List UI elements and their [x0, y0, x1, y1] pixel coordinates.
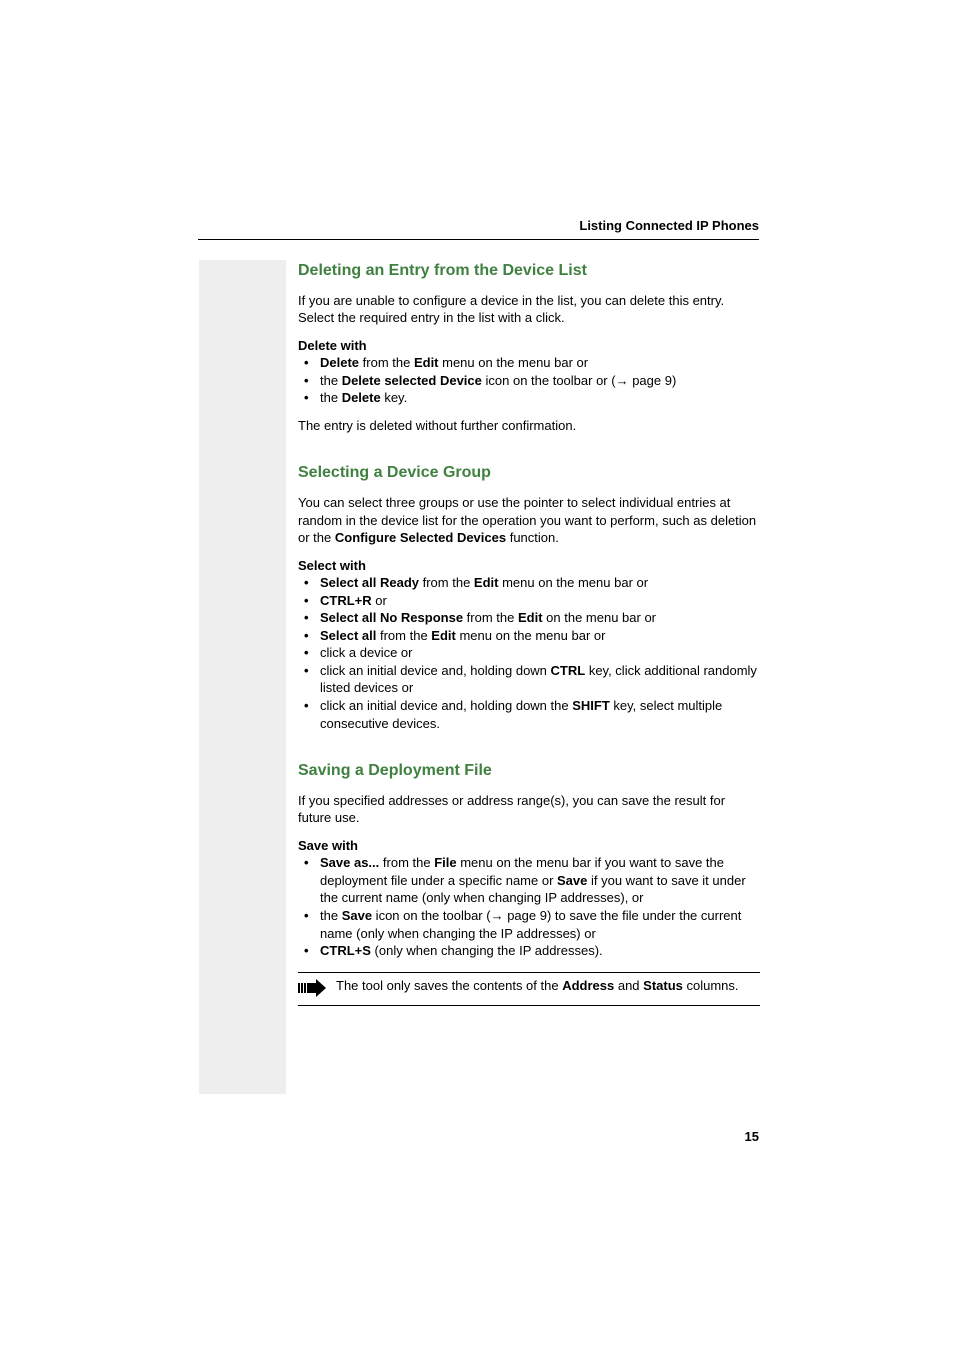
- bold-text: SHIFT: [572, 698, 610, 713]
- text: click a device or: [320, 645, 412, 660]
- list-item: CTRL+R or: [298, 592, 760, 610]
- page-number: 15: [745, 1129, 759, 1144]
- bold-text: File: [434, 855, 456, 870]
- list-item: the Delete key.: [298, 389, 760, 407]
- bold-text: Configure Selected Devices: [335, 530, 506, 545]
- bold-text: Address: [562, 978, 614, 993]
- deleting-intro: If you are unable to configure a device …: [298, 292, 760, 327]
- list-item: Delete from the Edit menu on the menu ba…: [298, 354, 760, 372]
- running-header: Listing Connected IP Phones: [198, 218, 759, 240]
- list-item: the Save icon on the toolbar (→ page 9) …: [298, 907, 760, 942]
- text: page 9): [629, 373, 677, 388]
- text: from the: [359, 355, 414, 370]
- left-sidebar-margin: [199, 260, 286, 1094]
- bold-text: Edit: [431, 628, 456, 643]
- list-item: Select all Ready from the Edit menu on t…: [298, 574, 760, 592]
- bold-text: Edit: [518, 610, 543, 625]
- main-content: Deleting an Entry from the Device List I…: [298, 260, 760, 1006]
- list-item: click a device or: [298, 644, 760, 662]
- bold-text: CTRL+R: [320, 593, 372, 608]
- header-title: Listing Connected IP Phones: [579, 218, 759, 233]
- text: click an initial device and, holding dow…: [320, 663, 551, 678]
- text: icon on the toolbar (: [372, 908, 491, 923]
- deleting-bullet-list: Delete from the Edit menu on the menu ba…: [298, 354, 760, 407]
- note-text: The tool only saves the contents of the …: [336, 977, 760, 995]
- bold-text: Delete: [320, 355, 359, 370]
- heading-selecting: Selecting a Device Group: [298, 462, 760, 484]
- bold-text: Delete: [342, 390, 381, 405]
- heading-saving: Saving a Deployment File: [298, 760, 760, 782]
- bold-text: Select all: [320, 628, 376, 643]
- text: from the: [379, 855, 434, 870]
- list-item: Select all No Response from the Edit on …: [298, 609, 760, 627]
- selecting-subhead: Select with: [298, 557, 760, 575]
- list-item: Save as... from the File menu on the men…: [298, 854, 760, 907]
- arrow-icon: →: [616, 373, 629, 388]
- text: from the: [376, 628, 431, 643]
- text: on the menu bar or: [543, 610, 656, 625]
- heading-deleting: Deleting an Entry from the Device List: [298, 260, 760, 282]
- text: or: [372, 593, 387, 608]
- text: menu on the menu bar or: [456, 628, 606, 643]
- bold-text: Delete selected Device: [342, 373, 482, 388]
- list-item: the Delete selected Device icon on the t…: [298, 372, 760, 390]
- list-item: CTRL+S (only when changing the IP addres…: [298, 942, 760, 960]
- text: menu on the menu bar or: [498, 575, 648, 590]
- selecting-bullet-list: Select all Ready from the Edit menu on t…: [298, 574, 760, 732]
- text: the: [320, 373, 342, 388]
- bold-text: CTRL: [551, 663, 586, 678]
- bold-text: Save: [557, 873, 587, 888]
- list-item: Select all from the Edit menu on the men…: [298, 627, 760, 645]
- text: the: [320, 908, 342, 923]
- bold-text: Status: [643, 978, 683, 993]
- bold-text: Save: [342, 908, 372, 923]
- deleting-outro: The entry is deleted without further con…: [298, 417, 760, 435]
- text: from the: [463, 610, 518, 625]
- text: and: [614, 978, 643, 993]
- bold-text: Edit: [474, 575, 499, 590]
- bold-text: Save as...: [320, 855, 379, 870]
- text: icon on the toolbar or (: [482, 373, 616, 388]
- bold-text: CTRL+S: [320, 943, 371, 958]
- text: (only when changing the IP addresses).: [371, 943, 603, 958]
- text: click an initial device and, holding dow…: [320, 698, 572, 713]
- text: menu on the menu bar or: [439, 355, 589, 370]
- note-arrow-icon: [298, 979, 326, 1002]
- text: key.: [381, 390, 408, 405]
- deleting-subhead: Delete with: [298, 337, 760, 355]
- note-block: The tool only saves the contents of the …: [298, 972, 760, 1007]
- arrow-icon: →: [491, 908, 504, 923]
- text: the: [320, 390, 342, 405]
- saving-subhead: Save with: [298, 837, 760, 855]
- text: function.: [506, 530, 559, 545]
- list-item: click an initial device and, holding dow…: [298, 697, 760, 732]
- text: columns.: [683, 978, 739, 993]
- text: from the: [419, 575, 474, 590]
- bold-text: Select all Ready: [320, 575, 419, 590]
- saving-intro: If you specified addresses or address ra…: [298, 792, 760, 827]
- bold-text: Select all No Response: [320, 610, 463, 625]
- bold-text: Edit: [414, 355, 439, 370]
- text: The tool only saves the contents of the: [336, 978, 562, 993]
- list-item: click an initial device and, holding dow…: [298, 662, 760, 697]
- selecting-intro: You can select three groups or use the p…: [298, 494, 760, 547]
- saving-bullet-list: Save as... from the File menu on the men…: [298, 854, 760, 959]
